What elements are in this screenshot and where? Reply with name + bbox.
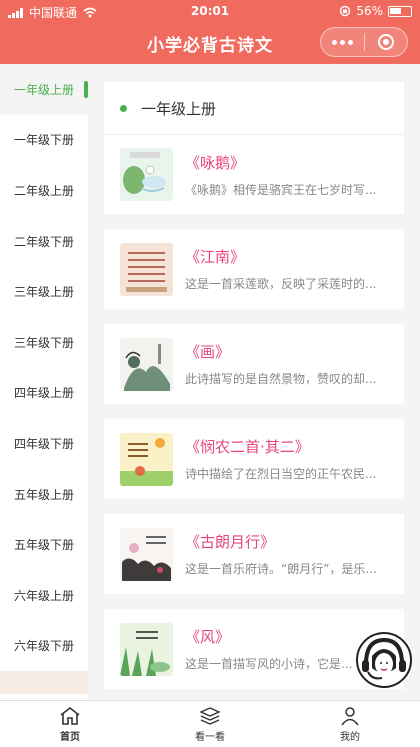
poem-description: 诗中描绘了在烈日当空的正午农民... <box>185 467 377 481</box>
poem-thumbnail-jiangnan <box>120 242 173 296</box>
user-icon <box>341 706 359 725</box>
sidebar-item-label: 一年级下册 <box>13 133 74 148</box>
sidebar-item-label: 五年级下册 <box>13 538 74 553</box>
battery-percent: 56% <box>356 4 383 18</box>
close-miniprogram-button[interactable] <box>365 28 408 56</box>
battery-icon <box>388 5 412 17</box>
more-dots-icon <box>331 39 353 45</box>
poem-title: 《古朗月行》 <box>185 533 276 551</box>
more-button[interactable] <box>321 28 364 56</box>
sidebar-item-label: 六年级下册 <box>13 639 74 654</box>
poem-card[interactable]: 《古朗月行》 这是一首乐府诗。“朗月行”，是乐... <box>104 514 404 594</box>
sidebar-item-grade2-vol1[interactable]: 二年级上册 <box>0 165 88 216</box>
status-bar: 中国联通 20:01 56% <box>0 0 420 22</box>
tab-label: 我的 <box>340 731 360 743</box>
customer-service-button[interactable] <box>356 632 412 688</box>
poem-card[interactable]: 《悯农二首·其二》 诗中描绘了在烈日当空的正午农民... <box>104 419 404 499</box>
poem-thumbnail-farmer <box>120 432 173 486</box>
sidebar-item-grade4-vol2[interactable]: 四年级下册 <box>0 418 88 469</box>
poem-thumbnail-painting <box>120 337 173 391</box>
poem-description: 此诗描写的是自然景物，赞叹的却... <box>185 372 377 386</box>
home-icon <box>60 706 80 725</box>
poem-title: 《江南》 <box>185 248 246 266</box>
poem-description: 这是一首采莲歌，反映了采莲时的... <box>185 277 377 291</box>
sidebar-item-grade6-vol1[interactable]: 六年级上册 <box>0 570 88 621</box>
sidebar-item-label: 四年级下册 <box>13 436 74 451</box>
poem-title: 《悯农二首·其二》 <box>185 438 310 456</box>
sidebar-item-grade2-vol2[interactable]: 二年级下册 <box>0 216 88 267</box>
sidebar-item-label: 三年级下册 <box>13 335 74 350</box>
tab-label: 首页 <box>60 731 80 743</box>
grade-sidebar: 一年级上册 一年级下册 二年级上册 二年级下册 三年级上册 三年级下册 四年级上… <box>0 64 88 700</box>
poem-thumbnail-goose <box>120 148 173 201</box>
sidebar-item-grade5-vol2[interactable]: 五年级下册 <box>0 519 88 570</box>
tab-label: 看一看 <box>195 731 225 743</box>
sidebar-item-label: 六年级上册 <box>13 588 74 603</box>
section-header: 一年级上册 <box>104 82 404 134</box>
poem-list-panel: 一年级上册 《咏鹅》 《咏鹅》相传是骆宾王在七岁时写... 《江南》 这是一首采… <box>104 82 404 700</box>
sidebar-item-label: 二年级上册 <box>13 183 74 198</box>
tab-home[interactable]: 首页 <box>0 701 140 747</box>
poem-thumbnail-wind <box>120 622 173 676</box>
header-bar: 中国联通 20:01 56% 小学必背古诗文 <box>0 0 420 64</box>
poem-title: 《画》 <box>185 343 231 361</box>
poem-title: 《咏鹅》 <box>185 153 246 172</box>
sidebar-item-grade1-vol1[interactable]: 一年级上册 <box>0 64 88 115</box>
sidebar-item-label: 五年级上册 <box>13 487 74 502</box>
layers-icon <box>199 706 221 725</box>
target-circle-icon <box>377 34 394 50</box>
section-title: 一年级上册 <box>141 99 217 118</box>
sidebar-item-grade6-vol2[interactable]: 六年级下册 <box>0 621 88 672</box>
sidebar-item-grade1-vol2[interactable]: 一年级下册 <box>0 115 88 166</box>
sidebar-item-label: 四年级上册 <box>13 386 74 401</box>
bottom-tab-bar: 首页 看一看 我的 <box>0 700 420 747</box>
poem-card[interactable]: 《江南》 这是一首采莲歌，反映了采莲时的... <box>104 229 404 309</box>
poem-card[interactable]: 《咏鹅》 《咏鹅》相传是骆宾王在七岁时写... <box>104 134 404 214</box>
tab-profile[interactable]: 我的 <box>280 701 420 747</box>
poem-card[interactable]: 《画》 此诗描写的是自然景物，赞叹的却... <box>104 324 404 404</box>
sidebar-item-grade5-vol1[interactable]: 五年级上册 <box>0 469 88 520</box>
sidebar-item-grade3-vol2[interactable]: 三年级下册 <box>0 317 88 368</box>
sidebar-item-label: 一年级上册 <box>13 82 74 97</box>
sidebar-item-label: 三年级上册 <box>13 285 74 300</box>
section-dot-icon <box>120 104 127 112</box>
poem-description: 《咏鹅》相传是骆宾王在七岁时写... <box>185 182 377 197</box>
sidebar-item-grade3-vol1[interactable]: 三年级上册 <box>0 266 88 317</box>
orientation-lock-icon <box>340 5 351 17</box>
mini-program-capsule <box>320 27 408 57</box>
sidebar-scroll-remainder <box>0 671 88 695</box>
sidebar-item-label: 二年级下册 <box>13 234 74 249</box>
tab-browse[interactable]: 看一看 <box>140 701 280 747</box>
customer-service-avatar-icon <box>362 637 406 680</box>
sidebar-item-grade4-vol1[interactable]: 四年级上册 <box>0 368 88 419</box>
poem-description: 这是一首乐府诗。“朗月行”，是乐... <box>185 562 377 576</box>
poem-thumbnail-moon <box>120 527 173 581</box>
